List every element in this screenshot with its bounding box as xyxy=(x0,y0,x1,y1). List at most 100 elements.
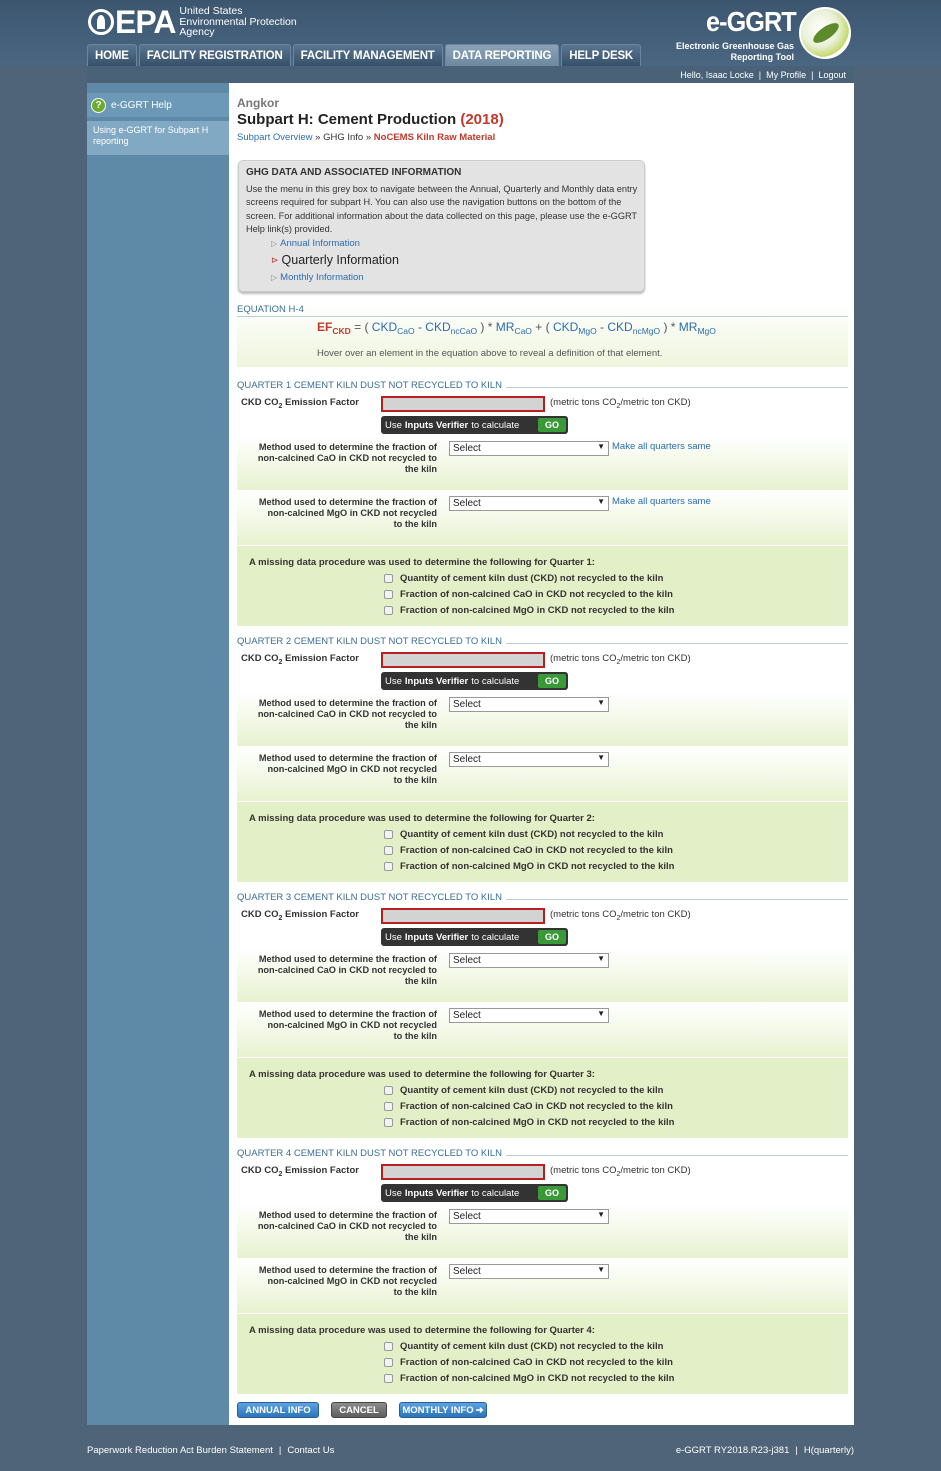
go-button[interactable]: GO xyxy=(538,930,566,944)
missing-data-title: A missing data procedure was used to det… xyxy=(249,1325,595,1336)
annual-information-link[interactable]: ▷ Annual Information xyxy=(271,238,360,249)
method-mgo-label: Method used to determine the fraction of… xyxy=(237,497,437,530)
verifier-text: Use xyxy=(385,675,402,687)
checkbox-icon[interactable] xyxy=(384,1358,393,1367)
ckd-emission-factor-input[interactable] xyxy=(381,1164,545,1180)
verifier-text: Use xyxy=(385,1187,402,1199)
missing-mgo-checkbox[interactable]: Fraction of non-calcined MgO in CKD not … xyxy=(384,1117,674,1128)
eggrt-logo[interactable]: e-GGRT Electronic Greenhouse Gas Reporti… xyxy=(668,4,858,64)
inputs-verifier-button[interactable]: Use Inputs Verifier to calculate GO xyxy=(381,672,568,690)
label-line: the kiln xyxy=(404,464,437,474)
main-content: Angkor Subpart H: Cement Production (201… xyxy=(229,83,854,1425)
method-mgo-select[interactable]: Select ▼ xyxy=(449,752,609,767)
ckd-emission-factor-input[interactable] xyxy=(381,396,545,412)
label-line: the kiln xyxy=(404,720,437,730)
checkbox-icon[interactable] xyxy=(384,846,393,855)
paperwork-link[interactable]: Paperwork Reduction Act Burden Statement xyxy=(87,1445,273,1456)
checkbox-icon[interactable] xyxy=(384,830,393,839)
inputs-verifier-button[interactable]: Use Inputs Verifier to calculate GO xyxy=(381,928,568,946)
epa-logo[interactable]: EPA United States Environmental Protecti… xyxy=(88,5,297,39)
verifier-bold: Inputs Verifier xyxy=(404,675,469,687)
label-line: non-calcined MgO in CKD not recycled xyxy=(267,1020,437,1030)
bird-logo-icon xyxy=(799,7,851,59)
method-mgo-select[interactable]: Select ▼ xyxy=(449,1264,609,1279)
ckd-emission-factor-input[interactable] xyxy=(381,908,545,924)
checkbox-icon[interactable] xyxy=(384,1118,393,1127)
checkbox-icon[interactable] xyxy=(384,590,393,599)
annual-info-button[interactable]: ANNUAL INFO xyxy=(237,1402,319,1418)
missing-mgo-checkbox[interactable]: Fraction of non-calcined MgO in CKD not … xyxy=(384,861,674,872)
breadcrumb-subpart-overview[interactable]: Subpart Overview xyxy=(237,132,313,143)
monthly-information-link[interactable]: ▷ Monthly Information xyxy=(271,272,364,283)
ckd-emission-factor-label: CKD CO2 Emission Factor xyxy=(241,397,359,410)
emission-factor-unit: (metric tons CO2/metric ton CKD) xyxy=(550,397,691,410)
equation-h4[interactable]: EFCKD = ( CKDCaO - CKDncCaO ) * MRCaO + … xyxy=(317,320,716,336)
quarterly-information-link[interactable]: ⊳ Quarterly Information xyxy=(271,253,399,267)
checkbox-icon[interactable] xyxy=(384,574,393,583)
help-link-subpart-h[interactable]: Using e-GGRT for Subpart H reporting xyxy=(87,121,229,155)
missing-cao-checkbox[interactable]: Fraction of non-calcined CaO in CKD not … xyxy=(384,1357,673,1368)
missing-data-panel: A missing data procedure was used to det… xyxy=(237,1314,848,1394)
chevron-down-icon: ▼ xyxy=(597,1210,605,1219)
quarter-title: QUARTER 2 CEMENT KILN DUST NOT RECYCLED … xyxy=(237,636,507,647)
inputs-verifier-button[interactable]: Use Inputs Verifier to calculate GO xyxy=(381,1184,568,1202)
checkbox-icon[interactable] xyxy=(384,862,393,871)
ckd-emission-factor-label: CKD CO2 Emission Factor xyxy=(241,653,359,666)
make-all-quarters-same-cao-link[interactable]: Make all quarters same xyxy=(612,441,711,452)
checkbox-icon[interactable] xyxy=(384,1102,393,1111)
method-cao-select[interactable]: Select ▼ xyxy=(449,1209,609,1224)
nav-tab-data-reporting[interactable]: DATA REPORTING xyxy=(444,44,560,66)
make-all-quarters-same-mgo-link[interactable]: Make all quarters same xyxy=(612,496,711,507)
agency-name: United States Environmental Protection A… xyxy=(179,6,296,38)
nav-tab-facility-registration[interactable]: FACILITY REGISTRATION xyxy=(138,44,291,66)
missing-data-title: A missing data procedure was used to det… xyxy=(249,813,595,824)
missing-ckd-checkbox[interactable]: Quantity of cement kiln dust (CKD) not r… xyxy=(384,1341,663,1352)
missing-mgo-checkbox[interactable]: Fraction of non-calcined MgO in CKD not … xyxy=(384,605,674,616)
epa-mark-text: EPA xyxy=(115,4,176,40)
method-cao-select[interactable]: Select ▼ xyxy=(449,953,609,968)
checkbox-label: Fraction of non-calcined MgO in CKD not … xyxy=(400,605,675,616)
missing-ckd-checkbox[interactable]: Quantity of cement kiln dust (CKD) not r… xyxy=(384,573,663,584)
cancel-button[interactable]: CANCEL xyxy=(331,1402,387,1418)
method-mgo-select[interactable]: Select ▼ xyxy=(449,496,609,511)
ckd-emission-factor-input[interactable] xyxy=(381,652,545,668)
chevron-down-icon: ▼ xyxy=(597,442,605,451)
method-mgo-select[interactable]: Select ▼ xyxy=(449,1008,609,1023)
mode-text: H(quarterly) xyxy=(803,1444,854,1456)
missing-ckd-checkbox[interactable]: Quantity of cement kiln dust (CKD) not r… xyxy=(384,829,663,840)
label-line: non-calcined MgO in CKD not recycled xyxy=(267,508,437,518)
missing-data-panel: A missing data procedure was used to det… xyxy=(237,1058,848,1138)
breadcrumb-separator: » xyxy=(315,132,321,143)
nav-tab-help-desk[interactable]: HELP DESK xyxy=(561,44,642,66)
chevron-down-icon: ▼ xyxy=(597,753,605,762)
checkbox-icon[interactable] xyxy=(384,606,393,615)
missing-cao-checkbox[interactable]: Fraction of non-calcined CaO in CKD not … xyxy=(384,589,673,600)
method-cao-select[interactable]: Select ▼ xyxy=(449,441,609,456)
button-label: MONTHLY INFO xyxy=(402,1404,474,1416)
logout-link[interactable]: Logout xyxy=(818,70,846,80)
contact-us-link[interactable]: Contact Us xyxy=(287,1445,334,1456)
go-button[interactable]: GO xyxy=(538,418,566,432)
my-profile-link[interactable]: My Profile xyxy=(766,70,806,80)
go-button[interactable]: GO xyxy=(538,674,566,688)
missing-ckd-checkbox[interactable]: Quantity of cement kiln dust (CKD) not r… xyxy=(384,1085,663,1096)
method-cao-label: Method used to determine the fraction of… xyxy=(237,442,437,475)
method-cao-label: Method used to determine the fraction of… xyxy=(237,1210,437,1243)
checkbox-icon[interactable] xyxy=(384,1342,393,1351)
label-line: non-calcined CaO in CKD not recycled to xyxy=(257,453,437,463)
missing-cao-checkbox[interactable]: Fraction of non-calcined CaO in CKD not … xyxy=(384,845,673,856)
breadcrumb-current: NoCEMS Kiln Raw Material xyxy=(373,132,496,143)
nav-tab-home[interactable]: HOME xyxy=(87,44,137,66)
checkbox-icon[interactable] xyxy=(384,1086,393,1095)
checkbox-label: Fraction of non-calcined CaO in CKD not … xyxy=(400,589,673,600)
breadcrumb-separator: » xyxy=(365,132,372,143)
checkbox-icon[interactable] xyxy=(384,1374,393,1383)
monthly-info-button[interactable]: MONTHLY INFO ➜ xyxy=(399,1402,487,1418)
missing-mgo-checkbox[interactable]: Fraction of non-calcined MgO in CKD not … xyxy=(384,1373,674,1384)
nav-tab-facility-management[interactable]: FACILITY MANAGEMENT xyxy=(292,44,443,66)
go-button[interactable]: GO xyxy=(538,1186,566,1200)
missing-cao-checkbox[interactable]: Fraction of non-calcined CaO in CKD not … xyxy=(384,1101,673,1112)
method-cao-select[interactable]: Select ▼ xyxy=(449,697,609,712)
inputs-verifier-button[interactable]: Use Inputs Verifier to calculate GO xyxy=(381,416,568,434)
verifier-text: to calculate xyxy=(471,931,520,943)
